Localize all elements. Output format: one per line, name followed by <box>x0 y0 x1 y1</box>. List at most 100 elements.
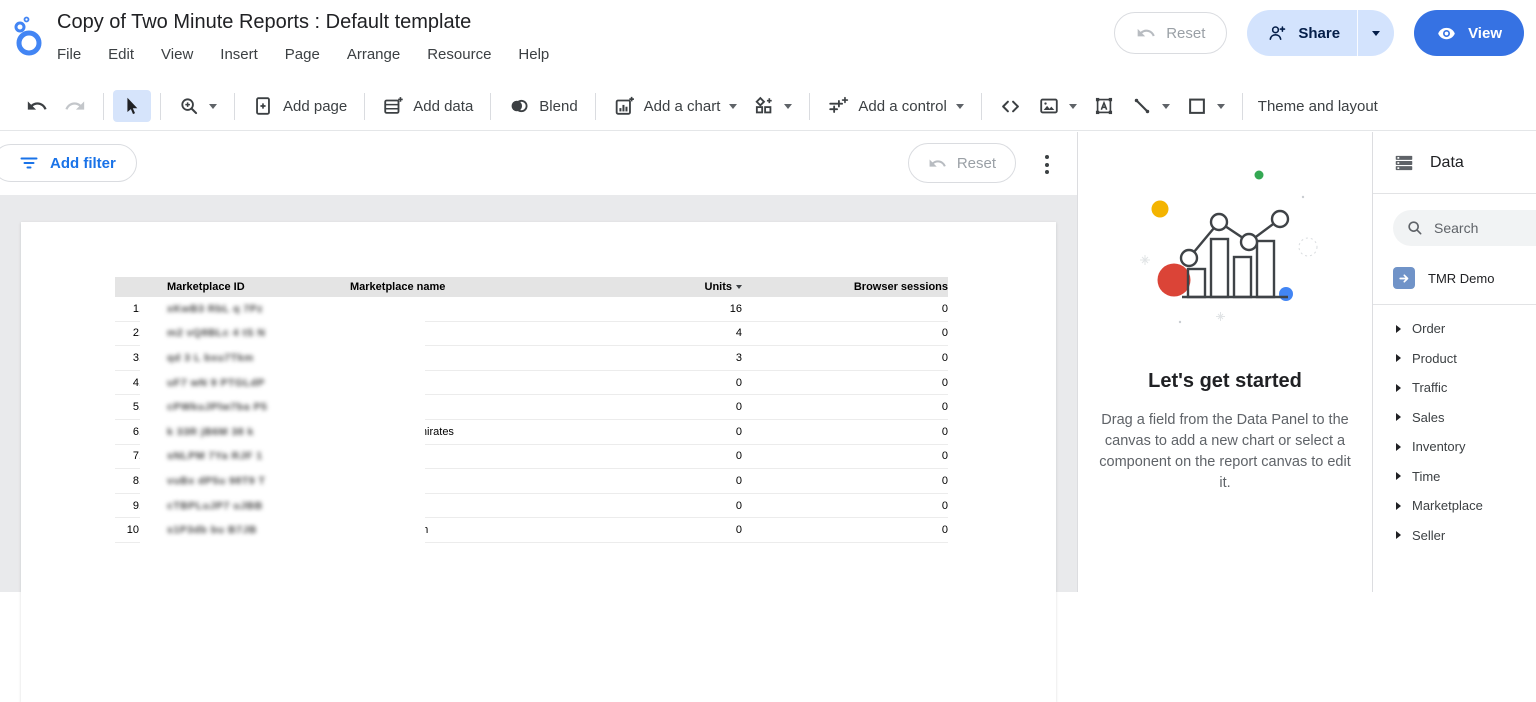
share-button[interactable]: Share <box>1247 10 1357 56</box>
theme-and-layout-button[interactable]: Theme and layout <box>1258 98 1378 115</box>
community-visualizations-button[interactable] <box>745 90 800 122</box>
redo-button[interactable] <box>56 90 94 122</box>
toolbar-divider <box>1242 93 1243 120</box>
zoom-tool-button[interactable] <box>170 90 225 122</box>
insert-image-button[interactable] <box>1030 90 1085 122</box>
select-tool-button[interactable] <box>113 90 151 122</box>
masked-id: cPWkuJPlw7ba P5 <box>167 401 267 413</box>
toolbar-divider <box>160 93 161 120</box>
menu-arrange[interactable]: Arrange <box>347 46 400 63</box>
units-cell: 0 <box>550 500 742 512</box>
marketplace-table[interactable]: Marketplace ID Marketplace name Units Br… <box>115 277 948 543</box>
canvas-reset-label: Reset <box>957 155 996 172</box>
sessions-cell: 0 <box>742 475 948 487</box>
sessions-cell: 0 <box>742 524 948 536</box>
col-header-browser-sessions[interactable]: Browser sessions <box>742 281 948 293</box>
masked-id: sNLPM 7Ya RJF 1 <box>167 450 263 462</box>
data-fields-icon <box>1393 152 1415 174</box>
marketplace-id-cell: s1P3db bu B7JB <box>150 524 350 536</box>
report-page[interactable]: Marketplace ID Marketplace name Units Br… <box>21 222 1056 702</box>
col-header-marketplace-name[interactable]: Marketplace name <box>350 281 550 293</box>
masked-id: m2 vQ8BLc 4 tS N <box>167 327 265 339</box>
masked-id: vuBx dP5u 98T9 T <box>167 475 265 487</box>
add-page-button[interactable]: Add page <box>244 90 355 122</box>
marketplace-id-cell: cPWkuJPlw7ba P5 <box>150 401 350 413</box>
data-search-box[interactable] <box>1393 210 1536 246</box>
report-canvas-region: Add filter Reset Marketplace ID Marketpl… <box>0 132 1077 592</box>
menu-help[interactable]: Help <box>518 46 549 63</box>
add-data-button[interactable]: Add data <box>374 90 481 122</box>
menu-resource[interactable]: Resource <box>427 46 491 63</box>
add-control-button[interactable]: Add a control <box>819 90 971 122</box>
share-button-label: Share <box>1298 25 1340 42</box>
add-chart-button[interactable]: Add a chart <box>605 90 746 122</box>
field-category-label: Order <box>1412 321 1445 336</box>
field-category-sales[interactable]: Sales <box>1373 403 1536 433</box>
report-title[interactable]: Copy of Two Minute Reports : Default tem… <box>57 11 471 34</box>
undo-button[interactable] <box>18 90 56 122</box>
chart-illustration <box>1120 162 1330 332</box>
chevron-down-icon <box>1217 104 1225 109</box>
chevron-right-icon <box>1396 472 1401 480</box>
insert-shape-button[interactable] <box>1178 90 1233 122</box>
more-options-button[interactable] <box>1043 153 1051 176</box>
marketplace-id-cell: m2 vQ8BLc 4 tS N <box>150 327 350 339</box>
field-category-product[interactable]: Product <box>1373 344 1536 374</box>
field-category-marketplace[interactable]: Marketplace <box>1373 491 1536 521</box>
getting-started-title: Let's get started <box>1148 370 1302 393</box>
field-category-traffic[interactable]: Traffic <box>1373 373 1536 403</box>
sessions-cell: 0 <box>742 303 948 315</box>
add-page-label: Add page <box>283 98 347 115</box>
chevron-down-icon <box>1162 104 1170 109</box>
view-button[interactable]: View <box>1414 10 1524 56</box>
table-header-row: Marketplace ID Marketplace name Units Br… <box>115 277 948 297</box>
looker-studio-logo-icon[interactable] <box>9 15 47 61</box>
canvas-reset-button[interactable]: Reset <box>908 143 1016 183</box>
add-control-label: Add a control <box>858 98 946 115</box>
chevron-right-icon <box>1396 384 1401 392</box>
chevron-down-icon <box>1372 31 1380 36</box>
menu-edit[interactable]: Edit <box>108 46 134 63</box>
menu-view[interactable]: View <box>161 46 193 63</box>
units-cell: 16 <box>550 303 742 315</box>
share-dropdown-button[interactable] <box>1358 10 1394 56</box>
reset-button[interactable]: Reset <box>1114 12 1227 54</box>
sessions-cell: 0 <box>742 352 948 364</box>
insert-text-button[interactable] <box>1085 90 1123 122</box>
masked-id: k 33R jB6M 38 k <box>167 426 254 438</box>
toolbar-divider <box>234 93 235 120</box>
menu-file[interactable]: File <box>57 46 81 63</box>
units-cell: 3 <box>550 352 742 364</box>
sessions-cell: 0 <box>742 450 948 462</box>
search-input[interactable] <box>1434 220 1529 236</box>
toolbar-divider <box>490 93 491 120</box>
chevron-right-icon <box>1396 531 1401 539</box>
field-category-seller[interactable]: Seller <box>1373 521 1536 551</box>
sessions-cell: 0 <box>742 377 948 389</box>
insert-line-button[interactable] <box>1123 90 1178 122</box>
menu-insert[interactable]: Insert <box>220 46 258 63</box>
col-header-units[interactable]: Units <box>550 281 742 293</box>
marketplace-id-cell: sNLPM 7Ya RJF 1 <box>150 450 350 462</box>
menu-page[interactable]: Page <box>285 46 320 63</box>
marketplace-id-cell: vuBx dP5u 98T9 T <box>150 475 350 487</box>
field-category-order[interactable]: Order <box>1373 314 1536 344</box>
units-cell: 0 <box>550 450 742 462</box>
data-source-row[interactable]: TMR Demo <box>1373 267 1536 305</box>
blend-label: Blend <box>539 98 577 115</box>
add-filter-button[interactable]: Add filter <box>0 144 137 182</box>
chevron-right-icon <box>1396 443 1401 451</box>
field-category-inventory[interactable]: Inventory <box>1373 432 1536 462</box>
filter-bar: Add filter Reset <box>0 132 1077 195</box>
chevron-down-icon <box>784 104 792 109</box>
embed-url-button[interactable] <box>991 90 1030 123</box>
units-cell: 0 <box>550 426 742 438</box>
field-category-time[interactable]: Time <box>1373 462 1536 492</box>
blend-button[interactable]: Blend <box>500 90 585 122</box>
data-panel-header: Data <box>1373 132 1536 194</box>
edit-toolbar: Add page Add data Blend Add a chart <box>0 82 1536 131</box>
chevron-right-icon <box>1396 325 1401 333</box>
col-header-marketplace-id[interactable]: Marketplace ID <box>150 281 350 293</box>
units-cell: 0 <box>550 401 742 413</box>
header-actions: Reset Share <box>1114 9 1524 57</box>
